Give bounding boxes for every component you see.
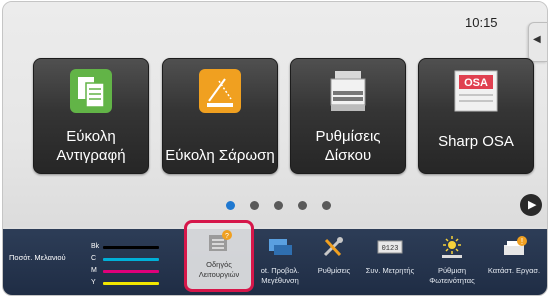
- toner-bar-black: [103, 246, 159, 249]
- next-page-button[interactable]: ▶: [520, 194, 542, 216]
- taskbar-brightness[interactable]: Ρύθμιση Φωτεινότητας: [423, 229, 481, 295]
- taskbar-settings[interactable]: Ρυθμίσεις: [309, 229, 359, 295]
- brightness-icon: [442, 236, 462, 258]
- svg-text:OSA: OSA: [464, 77, 488, 89]
- copy-icon: [70, 69, 112, 113]
- page-dot[interactable]: [322, 201, 331, 210]
- scan-icon: [199, 69, 241, 113]
- taskbar-label: Ρυθμίσεις: [317, 266, 351, 275]
- toner-title: Ποσότ. Μελανιού: [9, 253, 66, 262]
- toner-label: M: [91, 267, 97, 274]
- page-dot[interactable]: [274, 201, 283, 210]
- tile-label: Sharp OSA: [438, 133, 514, 150]
- taskbar-job-status[interactable]: ! Κατάστ. Εργασ.: [481, 229, 547, 295]
- enlarge-display-icon: [269, 239, 292, 255]
- svg-text:!: !: [521, 237, 523, 246]
- taskbar-label: ot. Προβολ. Μεγέθυνση: [260, 266, 300, 285]
- taskbar-label: Οδηγός Λειτουργιών: [198, 260, 240, 279]
- taskbar-label: Κατάστ. Εργασ.: [487, 266, 541, 275]
- side-panel-tab[interactable]: ◀: [528, 22, 547, 62]
- counter-icon: 0123: [377, 240, 403, 254]
- tile-label: Ρυθμίσεις Δίσκου: [315, 128, 381, 164]
- tile-easy-scan[interactable]: Εύκολη Σάρωση: [162, 58, 278, 174]
- toner-level-panel[interactable]: Ποσότ. Μελανιού Bk C M Y: [3, 229, 175, 295]
- tile-label: Εύκολη Αντιγραφή: [56, 128, 126, 164]
- tile-tray-settings[interactable]: Ρυθμίσεις Δίσκου: [290, 58, 406, 174]
- taskbar-counter[interactable]: 0123 Συν. Μετρητής: [359, 229, 421, 295]
- settings-tools-icon: [323, 237, 343, 257]
- toner-bar-magenta: [103, 270, 159, 273]
- page-dot[interactable]: [226, 201, 235, 210]
- tile-easy-copy[interactable]: Εύκολη Αντιγραφή: [33, 58, 149, 174]
- chevron-left-icon: ◀: [533, 34, 541, 45]
- sharp-osa-icon: OSA: [454, 70, 498, 112]
- taskbar-enlarge-display[interactable]: ot. Προβολ. Μεγέθυνση: [253, 229, 307, 295]
- taskbar: Ποσότ. Μελανιού Bk C M Y ot. Προβολ. Μεγ…: [3, 229, 547, 295]
- operation-guide-icon: ?: [209, 230, 232, 251]
- svg-text:0123: 0123: [382, 245, 399, 253]
- svg-text:?: ?: [225, 233, 229, 240]
- taskbar-label: Συν. Μετρητής: [365, 266, 415, 275]
- toner-label: Y: [91, 279, 96, 286]
- chevron-right-icon: ▶: [528, 199, 537, 211]
- job-status-icon: !: [504, 236, 527, 255]
- taskbar-label: Ρύθμιση Φωτεινότητας: [429, 266, 475, 285]
- page-dot[interactable]: [298, 201, 307, 210]
- tile-label: Εύκολη Σάρωση: [165, 147, 275, 164]
- home-screen: 10:15 ◀ Εύκολη Αντιγραφή Εύκολη Σάρωση Ρ…: [3, 2, 547, 227]
- clock: 10:15: [465, 15, 498, 30]
- tray-settings-icon: [330, 71, 366, 111]
- toner-label: C: [91, 255, 97, 262]
- toner-bar-cyan: [103, 258, 159, 261]
- display-frame: 10:15 ◀ Εύκολη Αντιγραφή Εύκολη Σάρωση Ρ…: [2, 1, 548, 296]
- toner-bar-yellow: [103, 282, 159, 285]
- tile-sharp-osa[interactable]: OSA Sharp OSA: [418, 58, 534, 174]
- operation-guide-content: ? Οδηγός Λειτουργιών: [187, 223, 251, 289]
- taskbar-operation-guide[interactable]: ? Οδηγός Λειτουργιών: [184, 220, 254, 292]
- page-dot[interactable]: [250, 201, 259, 210]
- toner-label: Bk: [91, 243, 100, 250]
